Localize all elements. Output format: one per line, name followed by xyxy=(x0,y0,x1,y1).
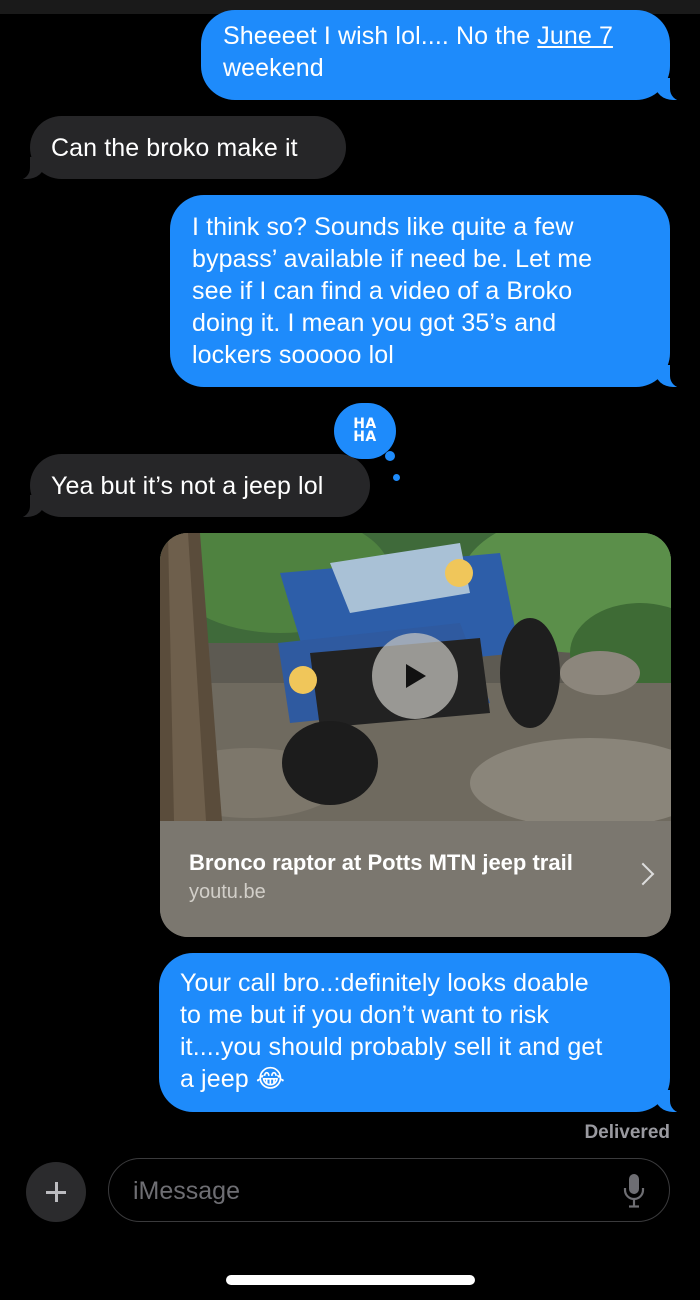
imessage-input[interactable] xyxy=(131,1173,605,1209)
sent-message-bubble[interactable]: Your call bro..:definitely looks doable … xyxy=(159,953,684,1113)
link-preview-footer[interactable]: Bronco raptor at Potts MTN jeep trail yo… xyxy=(160,821,671,937)
play-icon[interactable] xyxy=(372,633,458,719)
tapback-label: HA xyxy=(353,429,377,445)
haha-tapback-icon[interactable]: HA HA xyxy=(334,403,400,481)
home-indicator[interactable] xyxy=(226,1275,475,1285)
link-preview-card[interactable]: Bronco raptor at Potts MTN jeep trail yo… xyxy=(160,533,671,937)
message-text: weekend xyxy=(223,54,324,82)
received-message-bubble[interactable]: Yea but it’s not a jeep lol xyxy=(16,454,370,518)
message-text: Your call bro..:definitely looks doable … xyxy=(180,969,603,1093)
message-composer[interactable] xyxy=(108,1158,670,1222)
plus-icon[interactable] xyxy=(26,1162,86,1222)
mic-icon[interactable] xyxy=(621,1173,647,1209)
chevron-right-icon xyxy=(631,862,655,886)
message-text: Sheeeet I wish lol.... No the xyxy=(223,22,538,50)
delivery-status: Delivered xyxy=(584,1122,670,1143)
link-domain: youtu.be xyxy=(189,881,266,903)
tapback-tail-dot xyxy=(385,451,395,461)
link-title: Bronco raptor at Potts MTN jeep trail xyxy=(189,850,573,875)
tapback-tail-dot xyxy=(393,474,400,481)
sent-message-bubble[interactable]: Sheeeet I wish lol.... No the June 7 wee… xyxy=(201,10,684,101)
message-text: Yea but it’s not a jeep lol xyxy=(51,472,324,500)
message-text: I think so? Sounds like quite a few bypa… xyxy=(192,213,593,369)
message-text: Can the broko make it xyxy=(51,134,298,162)
received-message-bubble[interactable]: Can the broko make it xyxy=(16,116,346,180)
date-link[interactable]: June 7 xyxy=(537,22,613,50)
sent-message-bubble[interactable]: I think so? Sounds like quite a few bypa… xyxy=(170,195,684,388)
